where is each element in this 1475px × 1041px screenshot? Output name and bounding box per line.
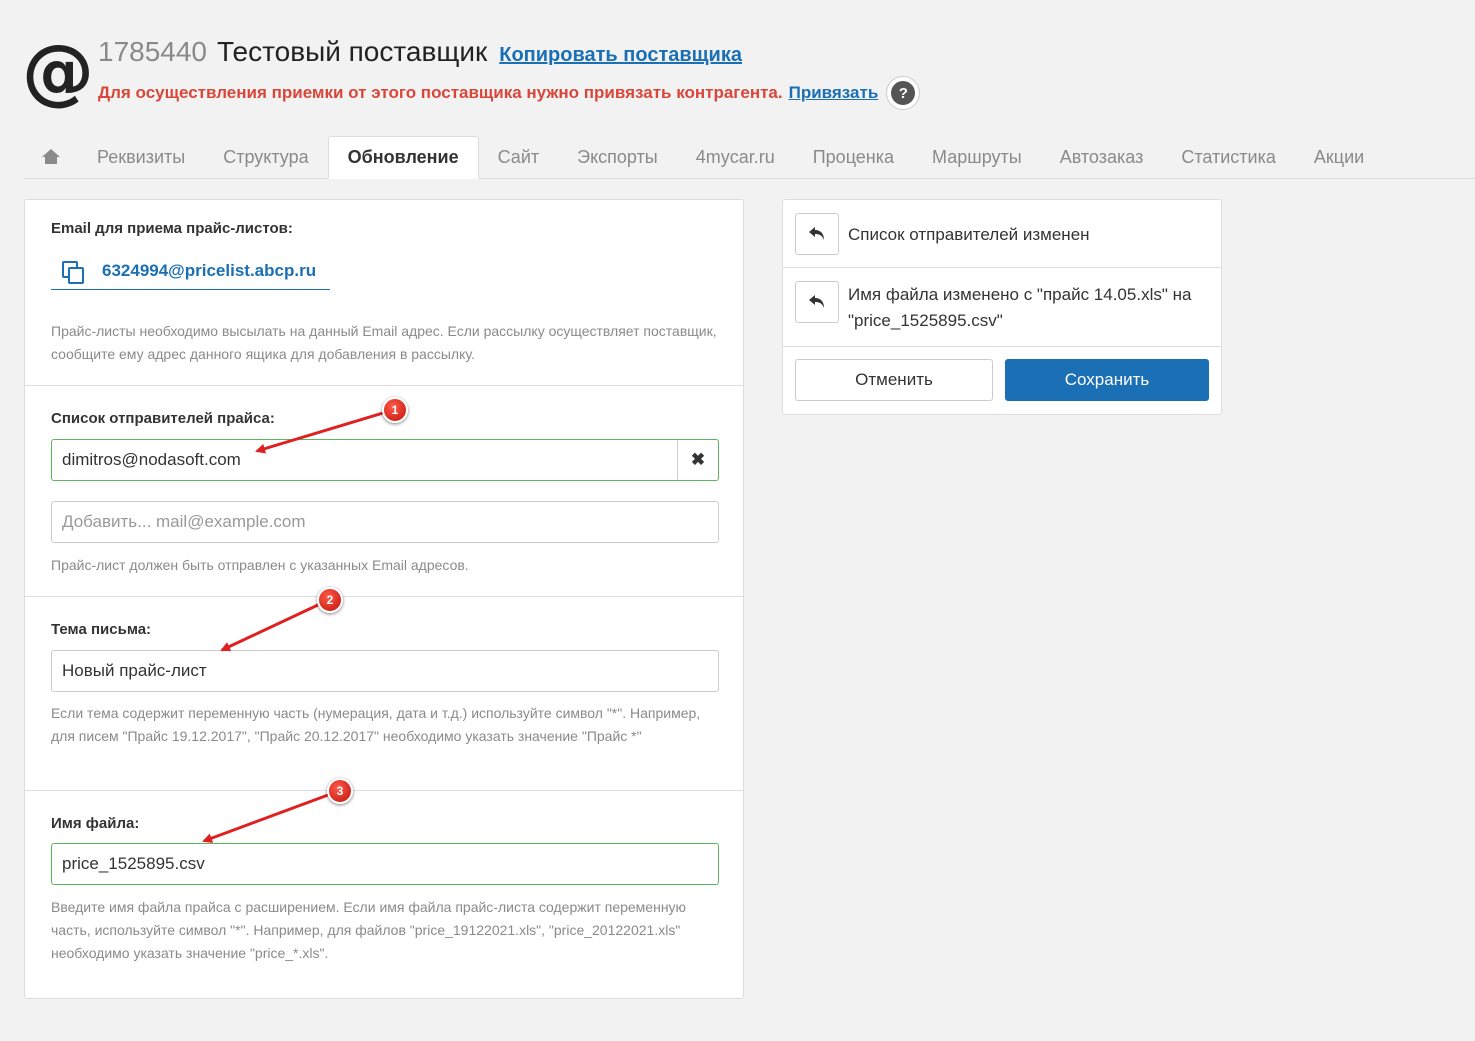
tab-autoorder[interactable]: Автозаказ <box>1041 136 1163 178</box>
senders-help: Прайс-лист должен быть отправлен с указа… <box>51 557 469 573</box>
email-help: Прайс-листы необходимо высылать на данны… <box>51 323 717 362</box>
change-text: Имя файла изменено с "прайс 14.05.xls" н… <box>848 285 1192 330</box>
tab-exports[interactable]: Экспорты <box>558 136 677 178</box>
home-icon <box>42 149 60 165</box>
at-sign-icon: @ <box>22 29 94 113</box>
tab-requisites[interactable]: Реквизиты <box>78 136 204 178</box>
filename-section: Имя файла: price_1525895.csv Введите имя… <box>25 791 743 998</box>
tab-structure[interactable]: Структура <box>204 136 327 178</box>
tab-routes[interactable]: Маршруты <box>913 136 1041 178</box>
email-copy-box[interactable]: 6324994@pricelist.abcp.ru <box>51 252 330 290</box>
subject-input[interactable]: Новый прайс-лист <box>51 650 719 692</box>
email-section: Email для приема прайс-листов: 6324994@p… <box>25 200 743 386</box>
filename-input[interactable]: price_1525895.csv <box>51 843 719 885</box>
copy-supplier-link[interactable]: Копировать поставщика <box>499 44 742 67</box>
supplier-header: @ 1785440 Тестовый поставщик Копировать … <box>22 29 1122 116</box>
help-button[interactable]: ? <box>886 76 921 110</box>
undo-icon <box>809 295 824 308</box>
supplier-name: Тестовый поставщик <box>217 36 488 67</box>
warning-text: Для осуществления приемки от этого поста… <box>98 83 783 102</box>
pricelist-email: 6324994@pricelist.abcp.ru <box>102 260 317 280</box>
update-settings-panel: Email для приема прайс-листов: 6324994@p… <box>24 199 744 999</box>
filename-help: Введите имя файла прайса с расширением. … <box>51 899 687 961</box>
undo-senders-button[interactable] <box>795 213 839 255</box>
cancel-button[interactable]: Отменить <box>795 359 993 401</box>
tab-bar: Реквизиты Структура Обновление Сайт Эксп… <box>24 136 1475 179</box>
subject-help: Если тема содержит переменную часть (нум… <box>51 705 701 744</box>
tab-home[interactable] <box>24 136 78 178</box>
tab-pricing[interactable]: Проценка <box>794 136 913 178</box>
add-sender-placeholder: Добавить... mail@example.com <box>62 512 306 531</box>
title-line: 1785440 Тестовый поставщик Копировать по… <box>98 36 742 70</box>
senders-label: Список отправителей прайса: <box>51 410 275 427</box>
save-button[interactable]: Сохранить <box>1005 359 1209 401</box>
warning-line: Для осуществления приемки от этого поста… <box>98 76 921 110</box>
copy-icon[interactable] <box>62 260 84 284</box>
close-icon: ✖ <box>690 450 706 469</box>
question-icon: ? <box>891 81 916 105</box>
tab-update[interactable]: Обновление <box>327 136 479 179</box>
annotation-marker-3: 3 <box>327 778 353 804</box>
tab-statistics[interactable]: Статистика <box>1162 136 1295 178</box>
bind-counterparty-link[interactable]: Привязать <box>789 83 879 103</box>
filename-label: Имя файла: <box>51 815 140 832</box>
tab-promotions[interactable]: Акции <box>1295 136 1383 178</box>
supplier-id: 1785440 <box>98 36 208 67</box>
add-sender-input[interactable]: Добавить... mail@example.com <box>51 501 719 543</box>
filename-value: price_1525895.csv <box>62 854 205 873</box>
subject-label: Тема письма: <box>51 621 152 638</box>
sender-email-value: dimitros@nodasoft.com <box>62 450 241 469</box>
subject-section: Тема письма: Новый прайс-лист Если тема … <box>25 597 743 791</box>
tab-4mycar[interactable]: 4mycar.ru <box>677 136 794 178</box>
remove-sender-button[interactable]: ✖ <box>677 440 718 480</box>
undo-icon <box>809 227 824 240</box>
tab-site[interactable]: Сайт <box>479 136 559 178</box>
email-label: Email для приема прайс-листов: <box>51 220 293 237</box>
annotation-marker-1: 1 <box>382 397 408 423</box>
change-item: Список отправителей изменен <box>783 200 1221 268</box>
changes-panel: Список отправителей изменен Имя файла из… <box>782 199 1222 415</box>
subject-value: Новый прайс-лист <box>62 661 207 680</box>
change-item: Имя файла изменено с "прайс 14.05.xls" н… <box>783 268 1221 347</box>
undo-filename-button[interactable] <box>795 281 839 323</box>
sender-email-field[interactable]: dimitros@nodasoft.com ✖ <box>51 439 719 481</box>
change-text: Список отправителей изменен <box>848 225 1090 244</box>
annotation-marker-2: 2 <box>317 587 343 613</box>
